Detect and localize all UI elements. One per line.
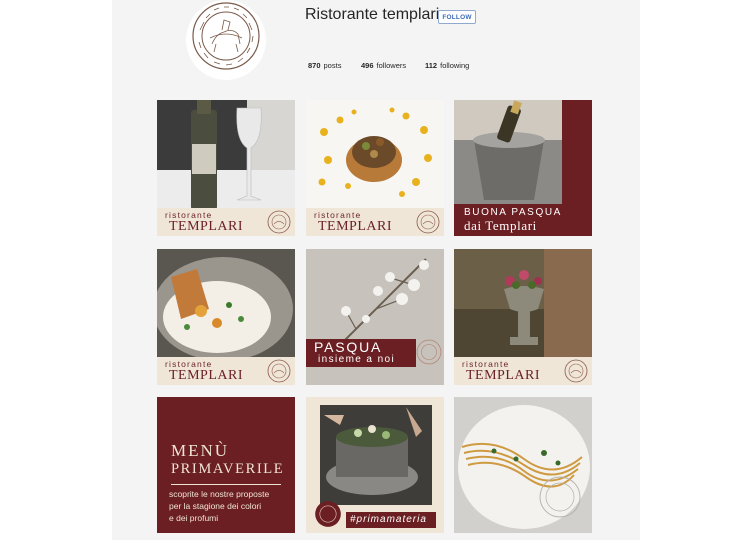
post-subheading: PRIMAVERILE [171,461,285,477]
seal-icon [315,501,341,527]
post-heading: MENÙ [171,441,230,460]
following-count: 112 [425,61,438,70]
post-tile-6[interactable]: ristorante TEMPLARI [454,249,592,385]
post-tile-3[interactable]: BUONA PASQUA dai Templari [454,100,592,236]
post-subheading: insieme a noi [318,354,396,365]
posts-label: posts [323,61,342,70]
band-big-text: TEMPLARI [318,219,392,234]
post-hashtag: #primamateria [350,514,427,525]
post-tile-4[interactable]: ristorante TEMPLARI [157,249,295,385]
following-label: following [440,61,470,70]
band-big-text: TEMPLARI [169,368,243,383]
profile-username: Ristorante templari [305,6,440,23]
seal-icon [267,359,291,383]
post-tile-9[interactable] [454,397,592,533]
post-heading: PASQUA [314,339,383,355]
band-big-text: TEMPLARI [466,368,540,383]
post-subheading: dai Templari [464,218,537,233]
post-body-line: scoprite le nostre proposte [169,489,270,499]
followers-stat[interactable]: 496 followers [361,61,425,70]
seal-icon [416,210,440,234]
post-body-line: e dei profumi [169,513,219,523]
post-tile-8[interactable]: #primamateria [306,397,444,533]
brand-band: ristorante TEMPLARI [306,208,444,236]
followers-label: followers [376,61,407,70]
posts-stat[interactable]: 870 posts [308,61,361,70]
seal-icon [416,339,442,365]
following-stat[interactable]: 112 following [425,61,469,70]
followers-count: 496 [361,61,374,70]
divider [171,484,281,485]
posts-count: 870 [308,61,321,70]
post-tile-7[interactable]: MENÙ PRIMAVERILE scoprite le nostre prop… [157,397,295,533]
post-heading: BUONA PASQUA [464,207,562,218]
post-body-line: per la stagione dei colori [169,501,262,511]
band-big-text: TEMPLARI [169,219,243,234]
seal-icon [267,210,291,234]
pasta-plate-photo [454,397,592,533]
brand-band: ristorante TEMPLARI [454,357,592,385]
profile-avatar[interactable] [186,0,266,80]
profile-stats: 870 posts 496 followers 112 following [308,61,469,70]
post-tile-2[interactable]: ristorante TEMPLARI [306,100,444,236]
templar-seal-icon [192,2,260,70]
brand-band: ristorante TEMPLARI [157,208,295,236]
follow-button[interactable]: FOLLOW [438,10,476,24]
post-tile-1[interactable]: ristorante TEMPLARI [157,100,295,236]
seal-icon [564,359,588,383]
post-tile-5[interactable]: PASQUA insieme a noi [306,249,444,385]
brand-band: ristorante TEMPLARI [157,357,295,385]
